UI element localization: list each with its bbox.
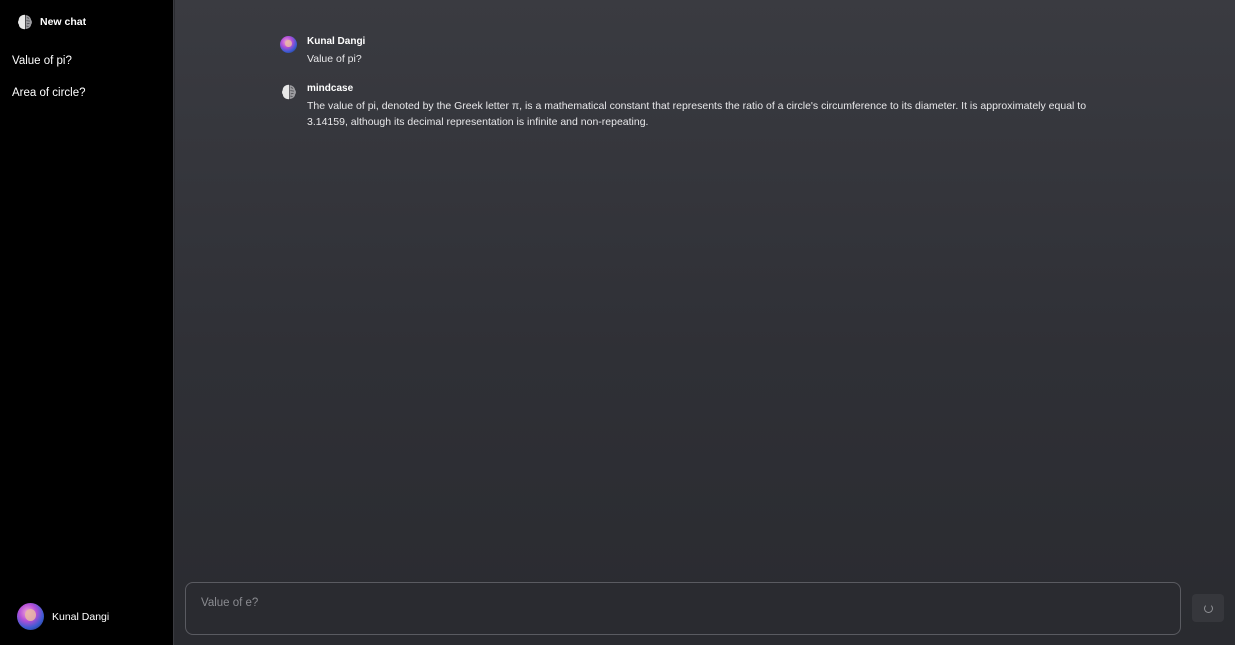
message-author: mindcase <box>307 83 354 94</box>
conversation-pane: Kunal Dangi Value of pi? mindcase The va… <box>175 0 1235 645</box>
brain-icon <box>282 84 296 100</box>
history-item-area-of-circle[interactable]: Area of circle? <box>12 87 86 99</box>
loading-spinner-icon <box>1203 603 1213 613</box>
message-text: The value of pi, denoted by the Greek le… <box>307 100 1087 128</box>
composer <box>185 582 1181 635</box>
new-chat-button[interactable]: New chat <box>16 11 86 33</box>
message-user: Kunal Dangi Value of pi? <box>280 36 1110 70</box>
sidebar: New chat Value of pi? Area of circle? Ku… <box>0 0 174 645</box>
history-item-value-of-pi[interactable]: Value of pi? <box>12 55 72 67</box>
message-text: Value of pi? <box>307 53 362 65</box>
user-name: Kunal Dangi <box>52 610 110 623</box>
user-profile[interactable]: Kunal Dangi <box>17 603 109 630</box>
message-author: Kunal Dangi <box>307 36 366 47</box>
message-assistant: mindcase The value of pi, denoted by the… <box>280 83 1110 133</box>
send-button[interactable] <box>1192 594 1224 622</box>
new-chat-label: New chat <box>40 16 87 28</box>
chat-app: New chat Value of pi? Area of circle? Ku… <box>0 0 1235 645</box>
user-avatar-icon <box>280 36 297 53</box>
brain-icon <box>18 14 32 30</box>
avatar <box>17 603 44 630</box>
message-input[interactable] <box>199 593 1163 613</box>
assistant-icon <box>280 83 298 101</box>
